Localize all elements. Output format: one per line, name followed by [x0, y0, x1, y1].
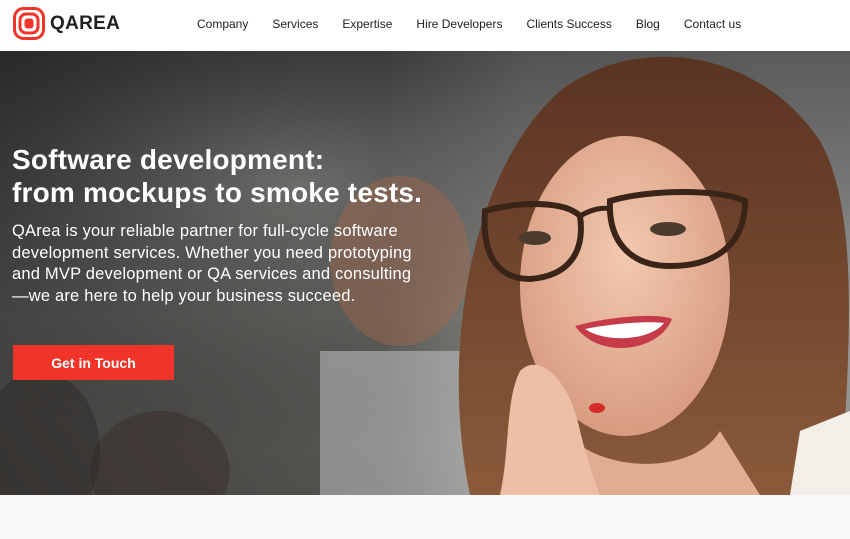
nav-item-clients-success[interactable]: Clients Success	[526, 17, 611, 31]
nav-item-blog[interactable]: Blog	[636, 17, 660, 31]
nav-item-contact-us[interactable]: Contact us	[684, 17, 741, 31]
site-header: QAREA Company Services Expertise Hire De…	[0, 0, 850, 51]
hero-description: QArea is your reliable partner for full-…	[12, 222, 412, 306]
nav-item-hire-developers[interactable]: Hire Developers	[416, 17, 502, 31]
next-section	[0, 495, 850, 539]
hero-title-line-2: from mockups to smoke tests.	[12, 177, 423, 208]
nav-item-services[interactable]: Services	[272, 17, 318, 31]
qarea-logo-icon	[13, 7, 45, 40]
get-in-touch-button[interactable]: Get in Touch	[13, 345, 174, 380]
hero-title: Software development: from mockups to sm…	[12, 143, 482, 209]
logo[interactable]: QAREA	[13, 7, 120, 40]
main-nav: Company Services Expertise Hire Develope…	[197, 17, 765, 31]
nav-item-expertise[interactable]: Expertise	[342, 17, 392, 31]
hero-section: Software development: from mockups to sm…	[0, 51, 850, 495]
hero-title-line-1: Software development:	[12, 144, 325, 175]
brand-name: QAREA	[50, 12, 121, 34]
nav-item-company[interactable]: Company	[197, 17, 248, 31]
